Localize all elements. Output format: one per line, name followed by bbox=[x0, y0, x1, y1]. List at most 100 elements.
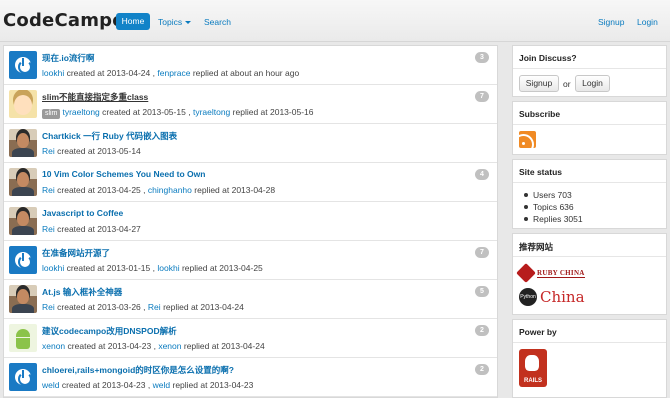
created-text: created at 2013-04-23 bbox=[61, 380, 146, 390]
topic-row: 现在.io流行啊 lookhi created at 2013-04-24 , … bbox=[4, 46, 497, 85]
created-text: created at 2013-04-25 bbox=[57, 185, 141, 195]
created-text: created at 2013-04-27 bbox=[57, 224, 141, 234]
reply-count-badge[interactable]: 7 bbox=[475, 91, 489, 102]
user-avatar[interactable] bbox=[9, 168, 37, 196]
author-link[interactable]: Rei bbox=[42, 146, 55, 156]
user-avatar[interactable] bbox=[9, 285, 37, 313]
user-avatar[interactable] bbox=[9, 129, 37, 157]
replied-text: replied at 2013-04-24 bbox=[163, 302, 244, 312]
topic-meta: Rei created at 2013-04-25 , chinghanho r… bbox=[42, 185, 275, 195]
links-box: 推荐网站 RUBY CHINA Python China bbox=[512, 233, 667, 315]
topic-row: chloerei,rails+mongoid的时区你是怎么设置的啊? weld … bbox=[4, 358, 497, 397]
user-avatar[interactable] bbox=[9, 207, 37, 235]
author-link[interactable]: xenon bbox=[42, 341, 65, 351]
topic-meta: lookhi created at 2013-01-15 , lookhi re… bbox=[42, 263, 263, 273]
replied-text: replied at 2013-04-24 bbox=[183, 341, 265, 351]
topic-title-link[interactable]: Javascript to Coffee bbox=[42, 208, 123, 218]
nav-home-button[interactable]: Home bbox=[116, 13, 150, 30]
topic-title-link[interactable]: At.js 输入框补全神器 bbox=[42, 286, 122, 298]
replier-link[interactable]: fenprace bbox=[157, 68, 190, 78]
power-icon bbox=[22, 253, 24, 261]
node-badge[interactable]: slim bbox=[42, 109, 61, 119]
topic-meta: slim tyraeltong created at 2013-05-15 , t… bbox=[42, 107, 313, 119]
reply-count-badge[interactable]: 4 bbox=[475, 169, 489, 180]
author-link[interactable]: lookhi bbox=[42, 68, 64, 78]
reply-count-badge[interactable]: 5 bbox=[475, 286, 489, 297]
signup-button[interactable]: Signup bbox=[519, 75, 559, 92]
subscribe-title: Subscribe bbox=[519, 109, 561, 119]
links-title: 推荐网站 bbox=[519, 242, 554, 252]
join-title: Join Discuss? bbox=[519, 53, 577, 63]
author-link[interactable]: Rei bbox=[42, 302, 55, 312]
divider bbox=[513, 124, 666, 125]
rss-icon[interactable] bbox=[519, 131, 536, 148]
replied-text: replied at 2013-04-23 bbox=[172, 380, 254, 390]
meta-separator: , bbox=[143, 185, 146, 195]
topic-row: 在准备网站开源了 lookhi created at 2013-01-15 , … bbox=[4, 241, 497, 280]
created-text: created at 2013-01-15 bbox=[66, 263, 151, 273]
author-link[interactable]: Rei bbox=[42, 224, 55, 234]
user-avatar[interactable] bbox=[9, 51, 37, 79]
replier-link[interactable]: tyraeltong bbox=[193, 107, 230, 117]
reply-count-badge[interactable]: 2 bbox=[475, 325, 489, 336]
topic-title-link[interactable]: 建议codecampo改用DNSPOD解析 bbox=[42, 325, 177, 337]
nav-topics-dropdown[interactable]: Topics bbox=[158, 17, 192, 27]
topic-title-link[interactable]: slim不能直接指定多重class bbox=[42, 91, 148, 103]
python-china-label: China bbox=[540, 288, 585, 306]
topic-meta: xenon created at 2013-04-23 , xenon repl… bbox=[42, 341, 265, 351]
created-text: created at 2013-04-24 bbox=[66, 68, 151, 78]
topic-meta: Rei created at 2013-05-14 bbox=[42, 146, 141, 156]
replier-link[interactable]: Rei bbox=[148, 302, 161, 312]
meta-separator: , bbox=[188, 107, 191, 117]
replier-link[interactable]: chinghanho bbox=[148, 185, 192, 195]
topic-meta: lookhi created at 2013-04-24 , fenprace … bbox=[42, 68, 299, 78]
replier-link[interactable]: lookhi bbox=[157, 263, 179, 273]
power-icon bbox=[22, 58, 24, 66]
created-text: created at 2013-03-26 bbox=[57, 302, 141, 312]
login-button[interactable]: Login bbox=[575, 75, 610, 92]
topic-title-link[interactable]: 10 Vim Color Schemes You Need to Own bbox=[42, 169, 205, 179]
meta-separator: , bbox=[143, 302, 146, 312]
topic-meta: Rei created at 2013-04-27 bbox=[42, 224, 141, 234]
replier-link[interactable]: xenon bbox=[158, 341, 181, 351]
meta-separator: , bbox=[153, 341, 156, 351]
author-link[interactable]: lookhi bbox=[42, 263, 64, 273]
reply-count-badge[interactable]: 3 bbox=[475, 52, 489, 63]
topic-row: 建议codecampo改用DNSPOD解析 xenon created at 2… bbox=[4, 319, 497, 358]
topic-row: 10 Vim Color Schemes You Need to Own Rei… bbox=[4, 163, 497, 202]
ruby-china-label: RUBY CHINA bbox=[537, 268, 585, 278]
topic-title-link[interactable]: chloerei,rails+mongoid的时区你是怎么设置的啊? bbox=[42, 364, 234, 376]
reply-count-badge[interactable]: 2 bbox=[475, 364, 489, 375]
caret-down-icon bbox=[185, 21, 192, 25]
topic-title-link[interactable]: 现在.io流行啊 bbox=[42, 52, 94, 64]
user-avatar[interactable] bbox=[9, 324, 37, 352]
ruby-china-link[interactable]: RUBY CHINA bbox=[516, 263, 585, 283]
navbar: CodeCampo Home Topics Search Signup Logi… bbox=[0, 0, 670, 42]
author-link[interactable]: weld bbox=[42, 380, 59, 390]
nav-login-link[interactable]: Login bbox=[637, 17, 658, 27]
topic-row: Javascript to Coffee Rei created at 2013… bbox=[4, 202, 497, 241]
nav-search-link[interactable]: Search bbox=[204, 17, 231, 27]
subscribe-box: Subscribe bbox=[512, 101, 667, 155]
nav-signup-link[interactable]: Signup bbox=[598, 17, 624, 27]
topic-title-link[interactable]: 在准备网站开源了 bbox=[42, 247, 110, 259]
user-avatar[interactable] bbox=[9, 363, 37, 391]
replied-text: replied at 2013-04-25 bbox=[181, 263, 263, 273]
replier-link[interactable]: weld bbox=[153, 380, 170, 390]
user-avatar[interactable] bbox=[9, 246, 37, 274]
meta-separator: , bbox=[152, 263, 155, 273]
created-text: created at 2013-04-23 bbox=[67, 341, 152, 351]
author-link[interactable]: Rei bbox=[42, 185, 55, 195]
created-text: created at 2013-05-14 bbox=[57, 146, 141, 156]
user-avatar[interactable] bbox=[9, 90, 37, 118]
reply-count-badge[interactable]: 7 bbox=[475, 247, 489, 258]
rails-logo-icon[interactable]: RAILS bbox=[519, 349, 547, 387]
rails-label: RAILS bbox=[524, 378, 542, 384]
replied-text: replied at 2013-05-16 bbox=[232, 107, 314, 117]
python-china-link[interactable]: Python China bbox=[519, 288, 585, 306]
python-badge-icon: Python bbox=[519, 288, 537, 306]
topic-title-link[interactable]: Chartkick 一行 Ruby 代码嵌入图表 bbox=[42, 130, 177, 142]
author-link[interactable]: tyraeltong bbox=[62, 107, 99, 117]
brand-logo[interactable]: CodeCampo bbox=[3, 10, 125, 31]
join-box: Join Discuss? Signup or Login bbox=[512, 45, 667, 97]
